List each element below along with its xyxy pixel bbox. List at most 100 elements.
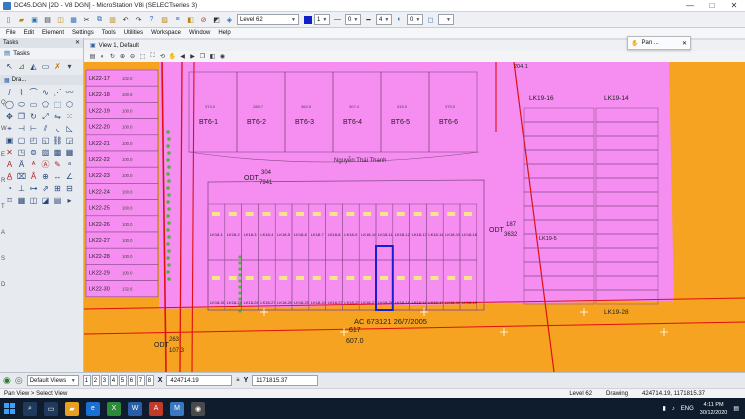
edit-text-icon[interactable]: Ä: [16, 159, 27, 170]
windows-start-icon[interactable]: [4, 402, 16, 415]
update-view-icon[interactable]: ↻: [108, 52, 117, 61]
spell-check-icon[interactable]: Ⓐ: [40, 159, 51, 170]
network-icon[interactable]: ▮: [662, 405, 665, 412]
view-2-button[interactable]: 2: [91, 375, 100, 386]
task-view-icon[interactable]: ▭: [44, 401, 58, 416]
delete-icon[interactable]: ✗: [52, 61, 63, 72]
minimize-button[interactable]: —: [679, 0, 701, 12]
text-abc-icon[interactable]: ᴬ: [28, 159, 39, 170]
drawing-canvas[interactable]: LK22-17 102.0 LK22-18 100.6 LK22-19 100.0 LK22…: [84, 62, 745, 372]
view-4-button[interactable]: 4: [109, 375, 118, 386]
place-arc-icon[interactable]: ⌒: [28, 87, 39, 98]
place-block-icon[interactable]: ▭: [28, 99, 39, 110]
microstation-taskbar-icon[interactable]: M: [170, 401, 184, 416]
color-swatch[interactable]: [304, 15, 312, 24]
close-icon[interactable]: ✕: [75, 38, 83, 48]
point-curve-icon[interactable]: ⋰: [52, 87, 63, 98]
display-style-icon[interactable]: ◐: [98, 52, 107, 61]
view-8-button[interactable]: 8: [145, 375, 154, 386]
level-off-icon[interactable]: ⊘: [198, 14, 209, 25]
text-copy-icon[interactable]: Â: [28, 171, 39, 182]
menu-window[interactable]: Window: [189, 30, 210, 36]
open-folder-icon[interactable]: ▰: [16, 14, 27, 25]
tools-more-icon[interactable]: ▸: [64, 195, 75, 206]
extend-icon[interactable]: ⊣: [16, 123, 27, 134]
word-icon[interactable]: W: [128, 401, 142, 416]
priority-icon[interactable]: ◻: [425, 14, 436, 25]
regular-polygon-icon[interactable]: ⬡: [64, 99, 75, 110]
rotate-view-icon[interactable]: ⟲: [158, 52, 167, 61]
new-file-icon[interactable]: ▯: [3, 14, 14, 25]
change-attributes-icon[interactable]: ◳: [16, 147, 27, 158]
style-select[interactable]: 0 ▼: [345, 14, 361, 25]
camera-icon[interactable]: ◉: [218, 52, 227, 61]
menu-help[interactable]: Help: [218, 30, 230, 36]
label-icon[interactable]: ⊶: [28, 183, 39, 194]
crosshatch-icon[interactable]: ▩: [52, 147, 63, 158]
raster-icon[interactable]: ▦: [68, 14, 79, 25]
active-level-icon[interactable]: ◈: [224, 14, 235, 25]
pan-view-icon[interactable]: ✋: [168, 52, 177, 61]
leader-icon[interactable]: ⇗: [40, 183, 51, 194]
references-icon[interactable]: ◫: [55, 14, 66, 25]
chain-icon[interactable]: ⛓: [52, 135, 63, 146]
language-indicator[interactable]: ENG: [681, 406, 694, 412]
excel-icon[interactable]: X: [107, 401, 121, 416]
menu-workspace[interactable]: Workspace: [151, 30, 181, 36]
redo-icon[interactable]: ↷: [133, 14, 144, 25]
level-symbology-icon[interactable]: ◩: [211, 14, 222, 25]
element-template-icon[interactable]: ◐: [394, 14, 405, 25]
weight-select[interactable]: 4 ▼: [376, 14, 392, 25]
place-cell-icon[interactable]: ⊞: [52, 183, 63, 194]
close-button[interactable]: ✕: [723, 0, 745, 12]
element-selection-icon[interactable]: ↖: [4, 61, 15, 72]
zoom-out-icon[interactable]: ⊖: [128, 52, 137, 61]
help-icon[interactable]: ?: [146, 14, 157, 25]
scale-icon[interactable]: ⤢: [40, 111, 51, 122]
volume-icon[interactable]: ♪: [672, 406, 675, 412]
notifications-icon[interactable]: ▤: [733, 405, 739, 412]
place-line-icon[interactable]: /: [4, 87, 15, 98]
priority-select[interactable]: ▼: [438, 14, 454, 25]
zoom-in-icon[interactable]: ⊕: [118, 52, 127, 61]
autocad-icon[interactable]: A: [149, 401, 163, 416]
angle-dimension-icon[interactable]: ∠: [64, 171, 75, 182]
view-next-icon[interactable]: ▶: [188, 52, 197, 61]
enter-data-field-icon[interactable]: ⌧: [16, 171, 27, 182]
menu-settings[interactable]: Settings: [72, 30, 94, 36]
window-area-icon[interactable]: ⬚: [138, 52, 147, 61]
tasks-selector[interactable]: ▤ Tasks: [0, 48, 83, 59]
drop-icon[interactable]: ◱: [40, 135, 51, 146]
text-increment-icon[interactable]: ⊕: [40, 171, 51, 182]
file-explorer-icon[interactable]: ▰: [65, 401, 79, 416]
array-icon[interactable]: ⁙: [64, 111, 75, 122]
view-6-button[interactable]: 6: [127, 375, 136, 386]
ungroup-icon[interactable]: ▢: [16, 135, 27, 146]
transparency-select[interactable]: 0 ▼: [407, 14, 423, 25]
snap-icon[interactable]: ◎: [15, 375, 23, 386]
menu-file[interactable]: File: [6, 30, 16, 36]
cadastral-map[interactable]: LK22-17 102.0 LK22-18 100.6 LK22-19 100.0 LK22…: [84, 62, 745, 372]
detail-icon[interactable]: ◫: [28, 195, 39, 206]
cell-library-icon[interactable]: ⊟: [64, 183, 75, 194]
note-icon[interactable]: ✎: [52, 159, 63, 170]
measure-icon[interactable]: ⊿: [16, 61, 27, 72]
accudraw-icon[interactable]: ◉: [3, 375, 11, 386]
rotate-icon[interactable]: ↻: [28, 111, 39, 122]
cell-icon[interactable]: ◰: [28, 135, 39, 146]
copy-icon[interactable]: ⧉: [94, 14, 105, 25]
save-icon[interactable]: ▣: [29, 14, 40, 25]
y-coordinate-field[interactable]: 1171815.37: [252, 375, 319, 386]
view-1-button[interactable]: 1: [82, 375, 91, 386]
more-icon[interactable]: ▾: [64, 61, 75, 72]
place-curve-icon[interactable]: ∿: [40, 87, 51, 98]
text-style-icon[interactable]: ᵃ: [64, 159, 75, 170]
trim-icon[interactable]: ⊢: [28, 123, 39, 134]
orthogonal-shape-icon[interactable]: ⬚: [52, 99, 63, 110]
dimension-icon[interactable]: ↔: [52, 171, 63, 182]
default-views-select[interactable]: Default Views ▼: [26, 375, 79, 386]
fillet-icon[interactable]: ◟: [52, 123, 63, 134]
color-select[interactable]: 1 ▼: [314, 14, 330, 25]
analyze-icon[interactable]: ◭: [28, 61, 39, 72]
menu-utilities[interactable]: Utilities: [124, 30, 143, 36]
